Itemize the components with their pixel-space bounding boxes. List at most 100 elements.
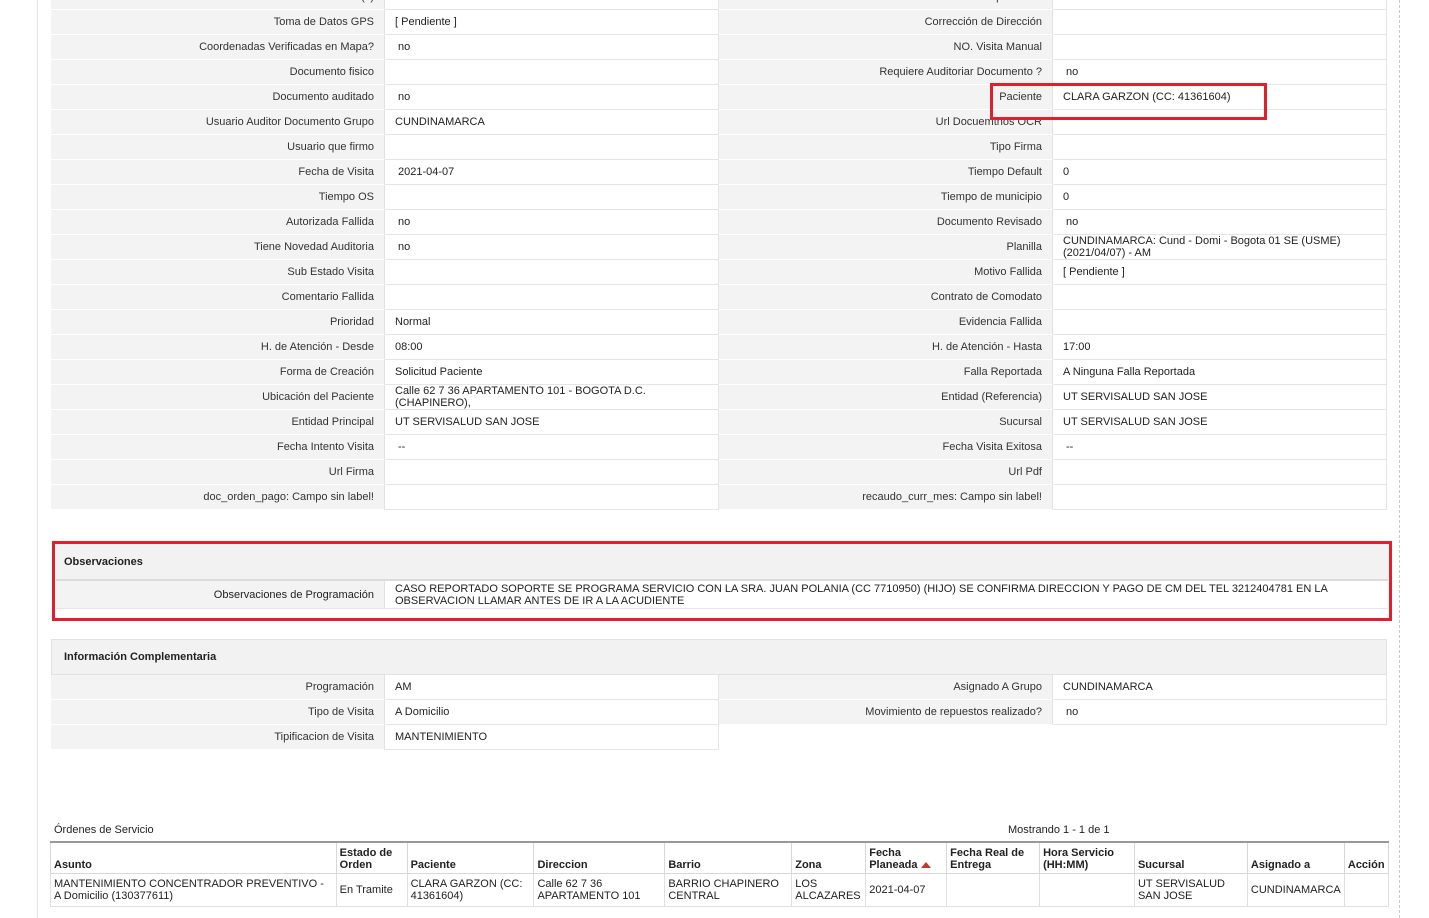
planilla-value: CUNDINAMARCA: Cund - Domi - Bogota 01 SE… (1053, 235, 1387, 260)
field-label: Evidencia Fallida (719, 310, 1053, 335)
field-value: Solicitud Paciente (385, 360, 719, 385)
col-barrio[interactable]: Barrio (664, 841, 793, 874)
field-label: Asignado A Grupo (719, 675, 1053, 700)
cell-fecha-planeada: 2021-04-07 (865, 873, 948, 907)
field-label: Movimiento de repuestos realizado? (719, 700, 1053, 725)
field-value: 08:00 (385, 335, 719, 360)
motivo-fallida-pending-link[interactable]: [ Pendiente ] (1053, 260, 1387, 285)
field-label: Requiere Auditoriar Documento ? (719, 60, 1053, 85)
col-estado[interactable]: Estado de Orden (335, 841, 408, 874)
field-label: Url Pdf (719, 460, 1053, 485)
field-value: no (385, 35, 719, 60)
field-label: Usuario Auditor Documento Grupo (51, 110, 385, 135)
field-value (385, 60, 719, 85)
field-label: Toma de Datos GPS (51, 10, 385, 35)
field-value: -- (385, 435, 719, 460)
field-label: Falla Reportada (719, 360, 1053, 385)
cell-fecha-real (946, 873, 1041, 907)
field-label: NO. Visita Manual (719, 35, 1053, 60)
empty-cell (719, 725, 1053, 750)
field-value: no (385, 210, 719, 235)
field-label: Documento Revisado (719, 210, 1053, 235)
info-complementaria-grid: Programación AM Asignado A Grupo CUNDINA… (51, 675, 1387, 750)
observaciones-highlight-box (52, 541, 1392, 621)
field-label: Tiene Novedad Auditoria (51, 235, 385, 260)
field-value: A Ninguna Falla Reportada (1053, 360, 1387, 385)
left-page-border (37, 0, 38, 918)
field-value: no (1053, 700, 1387, 725)
field-value (1053, 460, 1387, 485)
field-label: Tipo de Visita (51, 700, 385, 725)
field-value: 2021-04-07 (385, 160, 719, 185)
field-label: doc_orden_pago: Campo sin label! (51, 485, 385, 510)
col-asignado[interactable]: Asignado a (1246, 841, 1345, 874)
col-fecha-planeada[interactable]: Fecha Planeada (865, 841, 948, 874)
field-label: Entidad Principal (51, 410, 385, 435)
field-value (385, 460, 719, 485)
field-label: Tiempo OS (51, 185, 385, 210)
col-accion: Acción (1343, 841, 1390, 874)
col-fecha-planeada-label: Fecha Planeada (869, 847, 918, 871)
field-value (1053, 35, 1387, 60)
visit-details-grid: Recaudo Auditado (s) Coordenadas Aprobad… (51, 0, 1387, 510)
field-value: Normal (385, 310, 719, 335)
field-value: 17:00 (1053, 335, 1387, 360)
patient-highlight-box (990, 83, 1267, 120)
patient-location-value: Calle 62 7 36 APARTAMENTO 101 - BOGOTA D… (385, 385, 719, 410)
cell-zona: LOS ALCAZARES (791, 873, 867, 907)
ordenes-table: Asunto Estado de Orden Paciente Direccio… (50, 841, 1390, 907)
cell-sucursal: UT SERVISALUD SAN JOSE (1133, 873, 1248, 907)
field-label: Programación (51, 675, 385, 700)
col-asunto[interactable]: Asunto (50, 841, 337, 874)
field-label: Fecha Intento Visita (51, 435, 385, 460)
field-value (385, 285, 719, 310)
col-paciente[interactable]: Paciente (406, 841, 535, 874)
field-label: Forma de Creación (51, 360, 385, 385)
field-label: Entidad (Referencia) (719, 385, 1053, 410)
field-value (1053, 135, 1387, 160)
field-label: Tipificacion de Visita (51, 725, 385, 750)
field-value: -- (1053, 435, 1387, 460)
field-value (385, 135, 719, 160)
cell-accion[interactable] (1343, 873, 1390, 907)
field-value (385, 0, 719, 10)
cell-hora-servicio (1039, 873, 1135, 907)
field-label: H. de Atención - Hasta (719, 335, 1053, 360)
field-label: Coordenadas Aprobadas (719, 0, 1053, 10)
field-value: UT SERVISALUD SAN JOSE (385, 410, 719, 435)
field-value: AM (385, 675, 719, 700)
ordenes-count: Mostrando 1 - 1 de 1 (1008, 824, 1110, 836)
field-value (1053, 10, 1387, 35)
table-header-row: Asunto Estado de Orden Paciente Direccio… (50, 841, 1390, 874)
field-value: MANTENIMIENTO (385, 725, 719, 750)
field-label: Recaudo Auditado (s) (51, 0, 385, 10)
field-value: 0 (1053, 185, 1387, 210)
field-value: no (385, 235, 719, 260)
sort-ascending-icon (920, 862, 931, 869)
field-label: Comentario Fallida (51, 285, 385, 310)
col-direccion[interactable]: Direccion (533, 841, 666, 874)
field-label: Fecha de Visita (51, 160, 385, 185)
field-value (1053, 310, 1387, 335)
field-value: no (385, 85, 719, 110)
col-zona[interactable]: Zona (791, 841, 867, 874)
col-hora-servicio[interactable]: Hora Servicio (HH:MM) (1039, 841, 1135, 874)
cell-asunto: MANTENIMIENTO CONCENTRADOR PREVENTIVO - … (50, 873, 337, 907)
field-value: A Domicilio (385, 700, 719, 725)
field-label: Prioridad (51, 310, 385, 335)
field-label: Documento fisico (51, 60, 385, 85)
col-sucursal[interactable]: Sucursal (1133, 841, 1248, 874)
field-label: recaudo_curr_mes: Campo sin label! (719, 485, 1053, 510)
field-value (385, 185, 719, 210)
info-complementaria-title: Información Complementaria (51, 639, 1387, 675)
right-page-border (1399, 0, 1400, 918)
table-row[interactable]: MANTENIMIENTO CONCENTRADOR PREVENTIVO - … (50, 873, 1390, 907)
cell-barrio: BARRIO CHAPINERO CENTRAL (664, 873, 793, 907)
cell-estado: En Tramite (335, 873, 408, 907)
gps-pending-link[interactable]: [ Pendiente ] (385, 10, 719, 35)
field-label: Motivo Fallida (719, 260, 1053, 285)
col-fecha-real[interactable]: Fecha Real de Entrega (946, 841, 1041, 874)
field-label: Url Firma (51, 460, 385, 485)
field-label: Tiempo Default (719, 160, 1053, 185)
field-value (1053, 285, 1387, 310)
